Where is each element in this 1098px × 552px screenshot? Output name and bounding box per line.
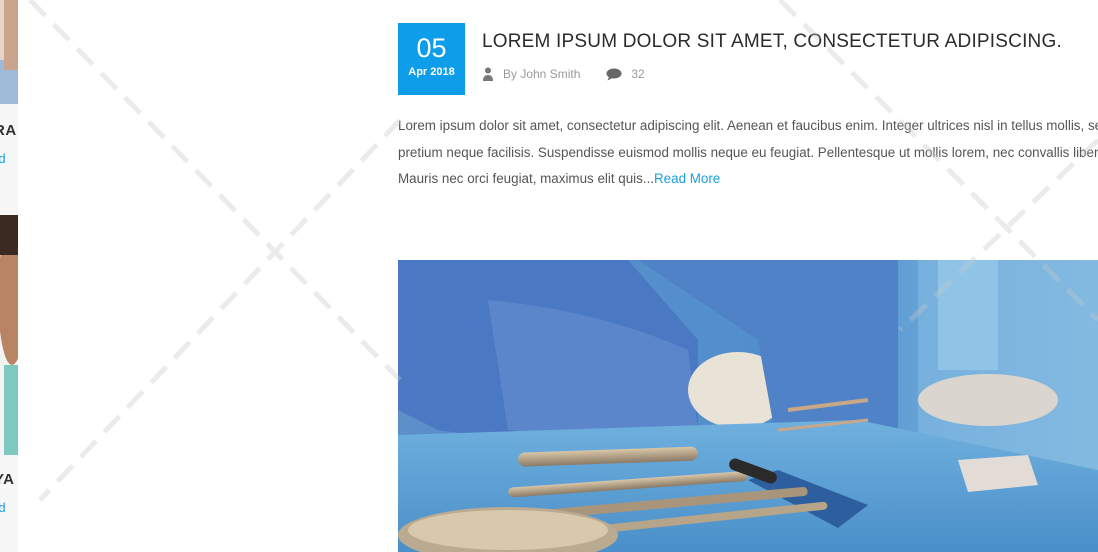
excerpt-text: Lorem ipsum dolor sit amet, consectetur … [398, 118, 1098, 186]
team-member-role[interactable]: rd [0, 151, 6, 166]
post-title[interactable]: LOREM IPSUM DOLOR SIT AMET, CONSECTETUR … [482, 31, 1062, 53]
post-image[interactable] [398, 260, 1098, 552]
author-name: By John Smith [503, 67, 581, 81]
comment-count: 32 [631, 67, 645, 81]
comment-icon [606, 68, 622, 80]
date-day: 05 [416, 33, 447, 63]
date-month-year: Apr 2018 [408, 66, 455, 78]
post-author[interactable]: By John Smith [482, 67, 580, 81]
team-member-photo [0, 215, 18, 455]
team-member-name: YA [0, 471, 15, 488]
team-member-role[interactable]: rd [0, 500, 6, 515]
user-icon [483, 67, 493, 81]
team-member-photo [0, 0, 18, 104]
page: RA rd YA rd 05 Apr 2018 LOREM IPSUM DOLO… [0, 0, 1098, 552]
surgery-photo [398, 260, 1098, 552]
post-comments[interactable]: 32 [606, 67, 645, 81]
team-card[interactable]: YA rd [0, 185, 18, 552]
read-more-link[interactable]: Read More [654, 171, 720, 186]
post-excerpt: Lorem ipsum dolor sit amet, consectetur … [398, 113, 1098, 193]
team-card[interactable]: RA rd [0, 0, 18, 185]
left-sidebar: RA rd YA rd [0, 0, 18, 552]
post-meta: By John Smith 32 [482, 67, 645, 81]
date-badge: 05 Apr 2018 [398, 23, 465, 95]
team-member-name: RA [0, 122, 17, 139]
